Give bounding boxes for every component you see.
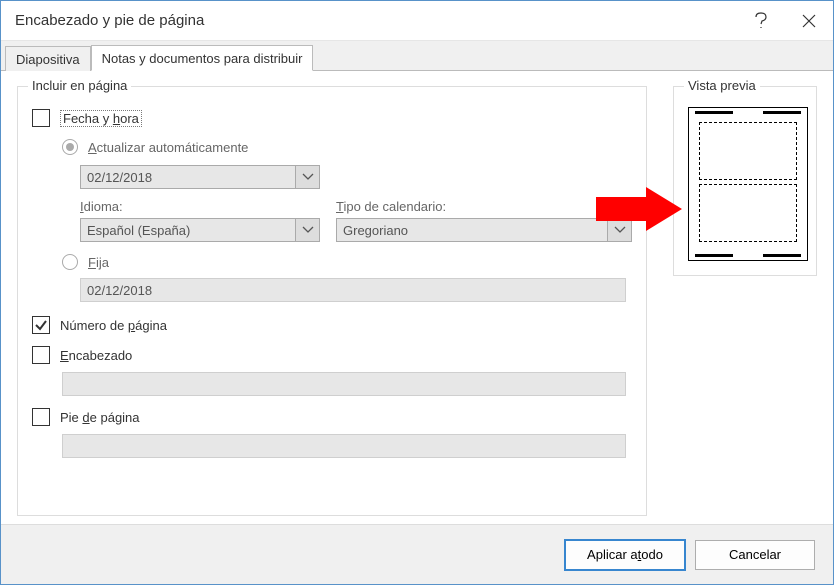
- datetime-checkbox[interactable]: [32, 109, 50, 127]
- date-combo[interactable]: 02/12/2018: [80, 165, 320, 189]
- page-number-checkbox[interactable]: [32, 316, 50, 334]
- footer-label: Pie de página: [60, 410, 140, 425]
- chevron-down-icon: [295, 166, 319, 188]
- fixed-label: Fija: [88, 255, 109, 270]
- title-bar: Encabezado y pie de página: [1, 1, 833, 41]
- auto-update-radio[interactable]: [62, 139, 78, 155]
- fixed-radio[interactable]: [62, 254, 78, 270]
- apply-all-button[interactable]: Aplicar a todo: [565, 540, 685, 570]
- fixed-date-input[interactable]: 02/12/2018: [80, 278, 626, 302]
- page-number-label: Número de página: [60, 318, 167, 333]
- dialog-title: Encabezado y pie de página: [15, 12, 737, 29]
- calendar-combo[interactable]: Gregoriano: [336, 218, 632, 242]
- auto-update-label: Actualizar automáticamente: [88, 140, 248, 155]
- tab-slide[interactable]: Diapositiva: [5, 46, 91, 71]
- cancel-button[interactable]: Cancelar: [695, 540, 815, 570]
- preview-group: Vista previa: [673, 86, 817, 276]
- tab-bar: Diapositiva Notas y documentos para dist…: [1, 41, 833, 71]
- header-input[interactable]: [62, 372, 626, 396]
- tab-notes-handouts[interactable]: Notas y documentos para distribuir: [91, 45, 314, 71]
- include-group-title: Incluir en página: [28, 78, 131, 93]
- footer-checkbox[interactable]: [32, 408, 50, 426]
- date-combo-value: 02/12/2018: [87, 170, 152, 185]
- footer-input[interactable]: [62, 434, 626, 458]
- language-combo[interactable]: Español (España): [80, 218, 320, 242]
- calendar-combo-value: Gregoriano: [343, 223, 408, 238]
- preview-group-title: Vista previa: [684, 78, 760, 93]
- calendar-type-label: Tipo de calendario:: [336, 199, 632, 214]
- header-checkbox[interactable]: [32, 346, 50, 364]
- header-label: Encabezado: [60, 348, 132, 363]
- datetime-label: Fecha y hora: [60, 110, 142, 127]
- language-label: Idioma:: [80, 199, 336, 214]
- chevron-down-icon: [295, 219, 319, 241]
- button-bar: Aplicar a todo Cancelar: [1, 524, 833, 584]
- include-group: Incluir en página Fecha y hora Actualiza…: [17, 86, 647, 516]
- close-button[interactable]: [785, 1, 833, 41]
- preview-page: [688, 107, 808, 261]
- help-button[interactable]: [737, 1, 785, 41]
- language-combo-value: Español (España): [87, 223, 190, 238]
- annotation-arrow-icon: [596, 187, 682, 231]
